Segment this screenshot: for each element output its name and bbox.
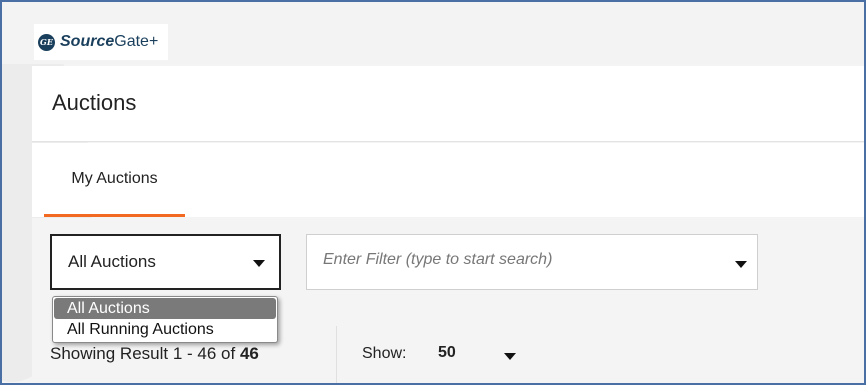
filter-search-input[interactable]: Enter Filter (type to start search) bbox=[306, 234, 758, 290]
results-count: Showing Result 1 - 46 of 46 bbox=[50, 344, 259, 364]
page-size-label: Show: bbox=[362, 345, 407, 362]
dropdown-option-all-auctions[interactable]: All Auctions bbox=[54, 298, 276, 319]
results-prefix: Showing Result bbox=[50, 344, 169, 363]
divider bbox=[336, 326, 337, 383]
tab-my-auctions[interactable]: My Auctions bbox=[44, 143, 185, 217]
caret-down-icon[interactable] bbox=[504, 353, 516, 360]
dropdown-option-all-running-auctions[interactable]: All Running Auctions bbox=[54, 319, 276, 340]
auction-type-select-value: All Auctions bbox=[68, 252, 156, 271]
auction-type-select[interactable]: All Auctions bbox=[50, 234, 281, 290]
sourcegate-logo[interactable]: GE SourceGate+ bbox=[34, 24, 168, 60]
tabs-bar: My Auctions bbox=[32, 143, 864, 217]
filter-search-placeholder: Enter Filter (type to start search) bbox=[323, 251, 553, 268]
title-bar: Auctions bbox=[32, 66, 864, 142]
brand-name-plain: Gate+ bbox=[114, 33, 159, 50]
caret-down-icon bbox=[253, 260, 265, 267]
page-title: Auctions bbox=[52, 90, 137, 115]
caret-down-icon[interactable] bbox=[735, 261, 747, 268]
auction-type-dropdown: All Auctions All Running Auctions bbox=[52, 296, 278, 343]
results-total: 46 bbox=[239, 344, 259, 363]
brand-name: SourceGate+ bbox=[60, 33, 158, 51]
app-frame: GE SourceGate+ Auctions My Auctions All … bbox=[0, 0, 866, 385]
results-range: 1 - 46 of bbox=[172, 344, 236, 363]
brand-bar: GE SourceGate+ bbox=[2, 2, 864, 64]
page-size-select[interactable]: 50 bbox=[438, 344, 456, 362]
brand-name-bold: Source bbox=[60, 33, 115, 50]
ge-monogram-icon: GE bbox=[38, 33, 55, 51]
